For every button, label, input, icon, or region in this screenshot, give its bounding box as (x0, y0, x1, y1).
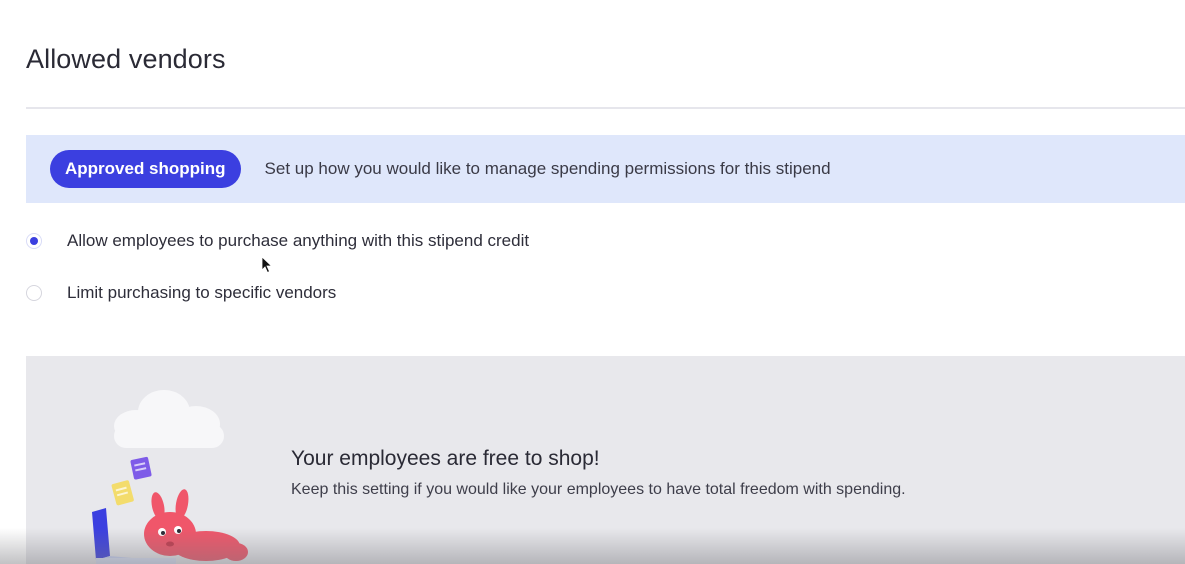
radio-allow-anything[interactable] (26, 233, 42, 249)
cloud-icon (114, 390, 224, 448)
bunny-mascot-icon (144, 489, 248, 561)
option-allow-anything-label[interactable]: Allow employees to purchase anything wit… (67, 231, 529, 251)
option-limit-vendors-label[interactable]: Limit purchasing to specific vendors (67, 283, 336, 303)
banner-description: Set up how you would like to manage spen… (264, 159, 831, 178)
radio-limit-vendors[interactable] (26, 285, 42, 301)
allowed-vendors-page: Allowed vendors Approved shopping Set up… (0, 0, 1185, 564)
shopping-bunny-illustration (92, 390, 248, 564)
free-to-shop-panel: Your employees are free to shop! Keep th… (26, 356, 1185, 564)
info-banner: Approved shopping Set up how you would l… (26, 135, 1185, 203)
note-icon (111, 480, 134, 506)
approved-shopping-badge: Approved shopping (50, 150, 241, 188)
cursor-arrow-icon (261, 256, 273, 274)
page-title: Allowed vendors (26, 44, 226, 74)
panel-heading: Your employees are free to shop! (291, 447, 600, 470)
option-limit-vendors[interactable]: Limit purchasing to specific vendors (26, 283, 336, 303)
panel-description: Keep this setting if you would like your… (291, 481, 906, 498)
receipt-icon (130, 456, 152, 480)
title-divider (26, 107, 1185, 109)
option-allow-anything[interactable]: Allow employees to purchase anything wit… (26, 231, 529, 251)
